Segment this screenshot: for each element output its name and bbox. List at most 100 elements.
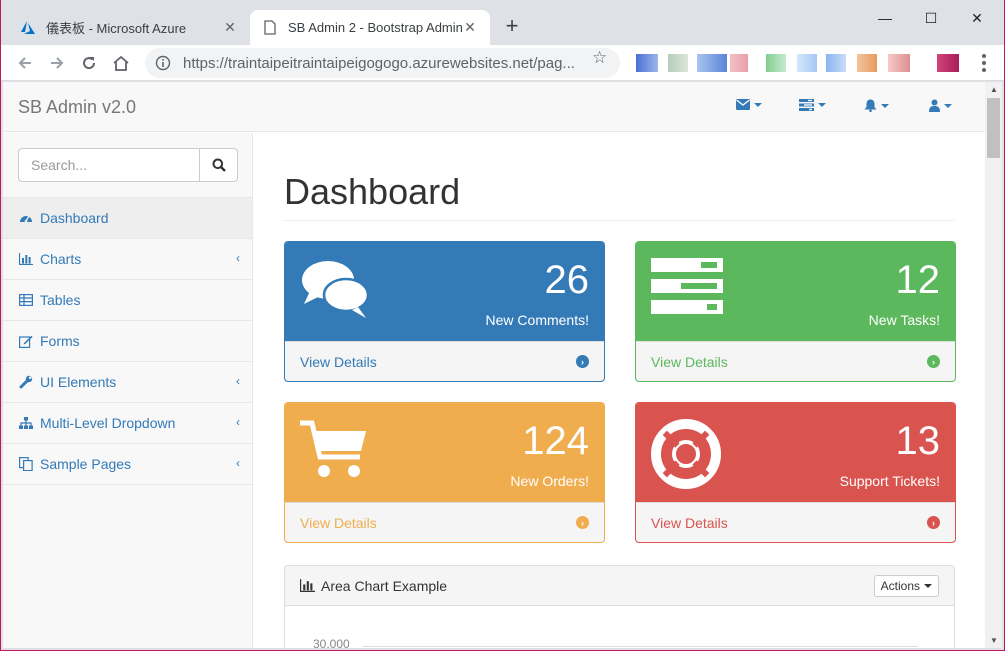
sidebar: Dashboard Charts ‹ Tables Forms [3,133,253,648]
shopping-cart-icon [300,419,368,484]
orders-panel: 124 New Orders! View Details › [284,402,605,543]
view-details-link[interactable]: View Details › [285,341,604,381]
sidebar-item-charts[interactable]: Charts ‹ [3,239,252,280]
brand-title[interactable]: SB Admin v2.0 [18,97,136,118]
new-tab-button[interactable]: + [500,14,524,38]
tasks-dropdown[interactable] [799,99,826,111]
tab-azure[interactable]: 儀表板 - Microsoft Azure ✕ [8,10,250,45]
y-axis-tick: 30,000 [313,637,350,648]
scrollbar-thumb[interactable] [987,98,1000,158]
sidebar-item-label: Tables [40,292,81,308]
bar-chart-icon [18,252,34,266]
table-icon [18,293,34,307]
sidebar-item-multi-level-dropdown[interactable]: Multi-Level Dropdown ‹ [3,403,252,444]
search-icon [212,158,226,172]
back-button[interactable] [12,50,38,76]
sidebar-item-sample-pages[interactable]: Sample Pages ‹ [3,444,252,485]
minimize-button[interactable]: — [862,4,908,32]
tasks-icon [799,99,814,111]
panel-heading: 26 New Comments! [285,242,604,341]
chevron-left-icon: ‹ [236,251,240,265]
bell-icon [864,99,877,112]
sidebar-search [18,148,238,182]
panel-heading: Area Chart Example [285,566,954,606]
sidebar-item-dashboard[interactable]: Dashboard [3,198,252,239]
home-button[interactable] [108,50,134,76]
files-icon [18,457,34,471]
extension-icon[interactable] [888,54,910,72]
comments-count: 26 [544,258,590,302]
browser-menu-icon[interactable] [976,53,992,73]
forward-button[interactable] [44,50,70,76]
scroll-down-icon[interactable]: ▼ [990,636,998,645]
search-button[interactable] [200,148,238,182]
bookmark-star-icon[interactable]: ☆ [592,48,607,68]
sidebar-item-ui-elements[interactable]: UI Elements ‹ [3,362,252,403]
support-icon [651,419,721,494]
address-bar[interactable]: https://traintaipeitraintaipeigogogo.azu… [145,48,620,78]
dashboard-icon [18,211,34,225]
search-input[interactable] [18,148,200,182]
home-icon [113,55,129,71]
edit-icon [18,334,34,348]
panel-heading: 124 New Orders! [285,403,604,502]
tab-close-icon[interactable]: ✕ [462,19,478,36]
tab-sb-admin[interactable]: SB Admin 2 - Bootstrap Admin Theme ✕ [250,10,490,45]
arrow-circle-right-icon: › [927,516,940,529]
page-title: Dashboard [284,171,461,212]
view-details-text[interactable]: View Details [651,354,728,370]
wrench-icon [18,375,34,389]
actions-dropdown-button[interactable]: Actions [873,575,939,597]
scroll-up-icon[interactable]: ▲ [990,85,998,94]
url-text[interactable]: https://traintaipeitraintaipeigogogo.azu… [183,55,583,72]
reload-button[interactable] [76,50,102,76]
view-details-link[interactable]: View Details › [285,502,604,542]
alerts-dropdown[interactable] [864,99,889,112]
sidebar-item-label: Forms [40,333,80,349]
sidebar-item-forms[interactable]: Forms [3,321,252,362]
azure-icon [20,20,36,36]
close-window-button[interactable]: ✕ [954,4,1000,32]
extension-icon[interactable] [668,54,688,72]
actions-label[interactable]: Actions [881,579,920,593]
caret-down-icon [924,584,932,588]
extension-icon[interactable] [730,54,748,72]
view-details-link[interactable]: View Details › [636,341,955,381]
messages-dropdown[interactable] [736,99,762,110]
comments-label: New Comments! [485,312,589,328]
sidebar-item-label: Sample Pages [40,456,132,472]
back-arrow-icon [18,57,31,69]
sidebar-item-label: UI Elements [40,374,117,390]
view-details-text[interactable]: View Details [300,354,377,370]
extension-icon[interactable] [636,54,658,72]
view-details-text[interactable]: View Details [651,515,728,531]
caret-down-icon [881,103,889,108]
bar-chart-icon [300,579,315,592]
user-dropdown[interactable] [929,99,952,112]
caret-down-icon [944,103,952,108]
sidebar-item-label: Charts [40,251,82,267]
browser-tab-strip: 儀表板 - Microsoft Azure ✕ SB Admin 2 - Boo… [0,0,1005,45]
extension-icon[interactable] [697,54,727,72]
support-label: Support Tickets! [839,473,940,489]
extension-icon[interactable] [766,54,786,72]
sidebar-item-tables[interactable]: Tables [3,280,252,321]
tab-close-icon[interactable]: ✕ [222,19,238,36]
panel-heading: 13 Support Tickets! [636,403,955,502]
support-count: 13 [895,419,941,463]
view-details-link[interactable]: View Details › [636,502,955,542]
reload-icon [83,57,96,70]
extension-icon[interactable] [937,54,959,72]
extension-icon[interactable] [826,54,846,72]
view-details-text[interactable]: View Details [300,515,377,531]
info-icon[interactable] [155,55,171,71]
tasks-panel: 12 New Tasks! View Details › [635,241,956,382]
extension-icon[interactable] [857,54,877,72]
caret-down-icon [818,103,826,107]
top-navbar: SB Admin v2.0 [3,82,985,132]
maximize-button[interactable]: ☐ [908,4,954,32]
area-chart-panel: Area Chart Example Actions 30,000 [284,565,955,648]
page-scrollbar[interactable]: ▲ ▼ [985,82,1002,648]
orders-label: New Orders! [510,473,589,489]
extension-icon[interactable] [797,54,817,72]
